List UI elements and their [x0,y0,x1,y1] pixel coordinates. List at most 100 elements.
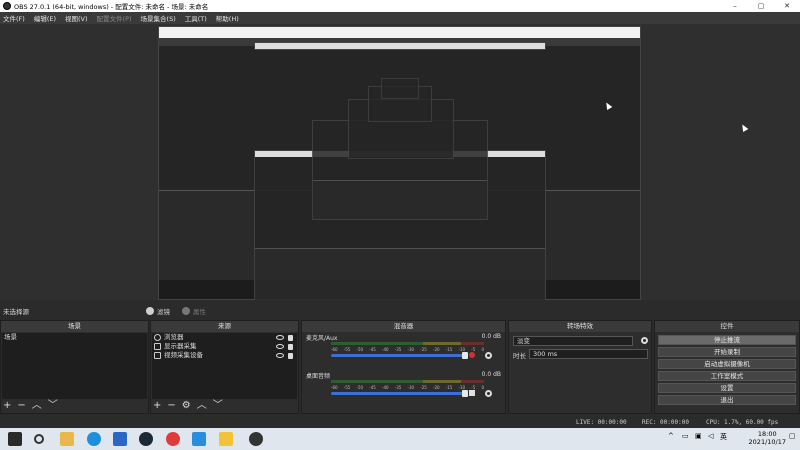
slider-handle[interactable] [462,352,468,359]
rec-status: REC: 00:00:00 [642,419,689,426]
menu-tools[interactable]: 工具(T) [185,13,207,23]
gear-icon[interactable] [485,390,492,397]
start-virtual-camera-button[interactable]: 启动虚拟摄像机 [658,359,796,369]
lock-icon[interactable] [288,343,293,350]
taskbar-clock[interactable]: 18:00 2021/10/17 [749,430,786,446]
clock-time: 18:00 [757,430,777,438]
netease-music-icon[interactable] [166,432,180,446]
source-properties-button[interactable]: ⚙ [182,401,191,411]
exit-button[interactable]: 退出 [658,395,796,405]
preview-nested-window [381,78,419,99]
monitor-icon [154,343,161,350]
channel-db: 0.0 dB [481,333,501,340]
menu-profile[interactable]: 配置文件(P) [97,13,132,23]
source-item-video-capture[interactable]: 视频采集设备 [152,351,297,360]
gear-icon [182,306,190,315]
source-item-browser[interactable]: 浏览器 [152,333,297,342]
tray-battery-icon[interactable]: ▭ [682,432,689,440]
remove-scene-button[interactable]: − [17,401,25,411]
menu-help[interactable]: 帮助(H) [216,13,239,23]
eye-icon[interactable] [276,343,284,349]
eye-icon[interactable] [276,352,284,358]
filters-button[interactable]: 滤镜 [146,306,170,316]
move-down-button[interactable]: ﹀ [48,401,58,411]
cpu-status: CPU: 1.7%, 60.00 fps [706,419,779,426]
nested-docks [313,179,487,219]
edge-icon[interactable] [87,432,101,446]
file-explorer-icon[interactable] [60,432,74,446]
app-icon[interactable] [219,432,233,446]
duration-field[interactable]: 300 ms [529,349,648,359]
gear-icon[interactable] [641,337,648,344]
studio-mode-button[interactable]: 工作室模式 [658,371,796,381]
close-button[interactable]: ✕ [774,0,800,12]
mixer-dock: 混音器 麦克风/Aux 0.0 dB -60 -55 -50 -45 -40 -35 -30… [301,320,506,414]
source-label: 视频采集设备 [164,351,203,359]
obs-icon[interactable] [249,432,263,446]
ime-indicator[interactable]: 英 [720,432,727,442]
duration-label: 时长 [513,352,526,360]
menu-bar: 文件(F) 编辑(E) 视图(V) 配置文件(P) 场景集合(S) 工具(T) … [0,12,800,24]
slider-handle[interactable] [462,390,468,397]
volume-slider[interactable] [331,352,468,359]
nested-title-bar [159,27,640,38]
transitions-dock: 转场特效 淡变 时长 300 ms [508,320,652,414]
maximize-button[interactable]: ▢ [748,0,774,12]
properties-button[interactable]: 属性 [182,306,206,316]
volume-meter [331,342,484,345]
obs-window: OBS 27.0.1 (64-bit, windows) - 配置文件: 未命名… [0,0,800,450]
add-scene-button[interactable]: + [3,401,11,411]
stop-streaming-button[interactable]: 停止推流 [658,335,796,345]
menu-scene-collection[interactable]: 场景集合(S) [141,13,176,23]
speaker-icon[interactable] [469,390,475,396]
notification-icon[interactable]: ▢ [789,432,796,440]
tray-chevron-icon[interactable]: ^ [668,432,674,440]
mixer-channel-mic: 麦克风/Aux 0.0 dB -60 -55 -50 -45 -40 -35 -30 -25-… [306,333,501,369]
sources-list: 浏览器 显示器采集 视频采集设备 [152,333,297,399]
minimize-button[interactable]: – [722,0,748,12]
scenes-title: 场景 [1,321,148,332]
transition-select[interactable]: 淡变 [513,336,633,346]
move-up-button[interactable]: ︿ [197,401,207,411]
scene-item-label: 场景 [4,333,17,341]
controls-title: 控件 [655,321,799,332]
start-recording-button[interactable]: 开始录制 [658,347,796,357]
eye-icon[interactable] [276,334,284,340]
source-label: 浏览器 [164,333,184,341]
properties-label: 属性 [193,307,206,316]
remove-source-button[interactable]: − [167,401,175,411]
volume-slider[interactable] [331,390,468,397]
mixer-body: 麦克风/Aux 0.0 dB -60 -55 -50 -45 -40 -35 -30 -25-… [303,333,504,412]
steam-icon[interactable] [139,432,153,446]
channel-name: 麦克风/Aux [306,335,338,342]
scene-item[interactable]: 场景 [2,333,147,342]
tray-network-icon[interactable]: ▣ [695,432,702,440]
sources-dock: 来源 浏览器 显示器采集 视频采集设备 + − ⚙ ︿ ﹀ [150,320,299,414]
lock-icon[interactable] [288,352,293,359]
move-down-button[interactable]: ﹀ [213,401,223,411]
source-item-display[interactable]: 显示器采集 [152,342,297,351]
tray-volume-icon[interactable]: ◁ [708,432,713,440]
gear-icon[interactable] [485,352,492,359]
window-title: OBS 27.0.1 (64-bit, windows) - 配置文件: 未命名… [14,3,209,11]
search-icon[interactable] [34,434,44,444]
meter-ticks: -60 -55 -50 -45 -40 -35 -30 -25 -20 -15 -10 -5 0 [331,385,484,390]
mixer-channel-desktop: 桌面音频 0.0 dB -60 -55 -50 -45 -40 -35 -30 -25 -20-… [306,371,501,407]
menu-edit[interactable]: 编辑(E) [34,13,56,23]
app-icon[interactable] [192,432,206,446]
globe-icon [154,334,161,341]
live-status: LIVE: 00:00:00 [576,419,627,426]
status-bar: LIVE: 00:00:00 REC: 00:00:00 CPU: 1.7%, … [0,416,800,428]
windows-start-icon[interactable] [8,432,22,446]
preview-canvas[interactable] [0,24,800,300]
settings-button[interactable]: 设置 [658,383,796,393]
menu-view[interactable]: 视图(V) [65,13,88,23]
lock-icon[interactable] [288,334,293,341]
speaker-muted-icon[interactable] [469,352,475,358]
app-icon[interactable] [113,432,127,446]
sources-title: 来源 [151,321,298,332]
move-up-button[interactable]: ︿ [32,401,42,411]
add-source-button[interactable]: + [153,401,161,411]
menu-file[interactable]: 文件(F) [3,13,25,23]
controls-dock: 控件 停止推流 开始录制 启动虚拟摄像机 工作室模式 设置 退出 [654,320,800,414]
